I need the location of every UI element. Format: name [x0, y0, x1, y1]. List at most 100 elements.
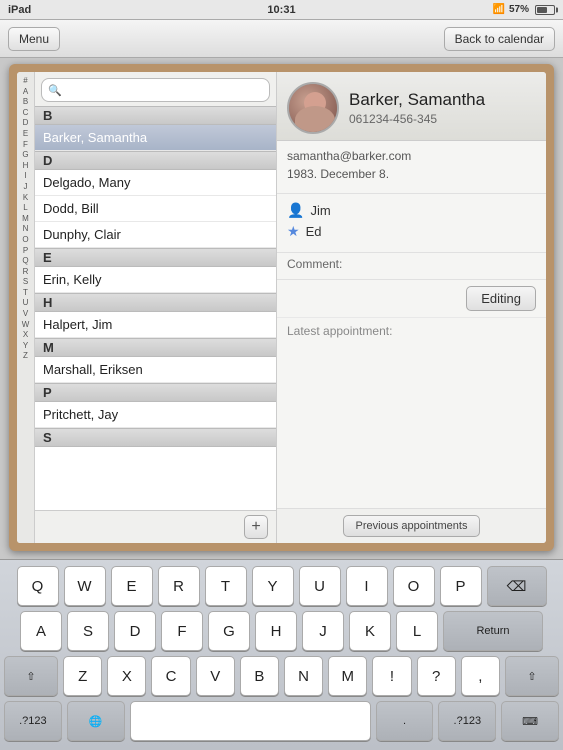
key-u[interactable]: U	[299, 566, 341, 606]
contact-item-erin-kelly[interactable]: Erin, Kelly	[35, 267, 276, 293]
key-t[interactable]: T	[205, 566, 247, 606]
return-key[interactable]: Return	[443, 611, 543, 651]
index-m[interactable]: M	[22, 214, 29, 224]
numbers-left-key[interactable]: .?123	[4, 701, 62, 741]
keyboard-dismiss-key[interactable]: ⌨	[501, 701, 559, 741]
index-z[interactable]: Z	[23, 351, 28, 361]
index-w[interactable]: W	[22, 320, 30, 330]
previous-appointments-button[interactable]: Previous appointments	[343, 515, 481, 537]
contact-item-delgado-many[interactable]: Delgado, Many	[35, 170, 276, 196]
latest-appointment-label: Latest appointment:	[287, 324, 392, 338]
globe-key[interactable]: 🌐	[67, 701, 125, 741]
index-q[interactable]: Q	[22, 256, 28, 266]
key-w[interactable]: W	[64, 566, 106, 606]
index-r[interactable]: R	[23, 267, 29, 277]
key-exclaim[interactable]: !	[372, 656, 411, 696]
contacts-list[interactable]: B Barker, Samantha D Delgado, Many Dodd,…	[35, 106, 276, 510]
key-i[interactable]: I	[346, 566, 388, 606]
key-comma[interactable]: ,	[461, 656, 500, 696]
search-input-wrap[interactable]: 🔍	[41, 78, 270, 102]
index-s[interactable]: S	[23, 277, 28, 287]
relation-jim[interactable]: Jim	[310, 203, 330, 218]
key-x[interactable]: X	[107, 656, 146, 696]
key-g[interactable]: G	[208, 611, 250, 651]
key-k[interactable]: K	[349, 611, 391, 651]
add-contact-button[interactable]: +	[244, 515, 268, 539]
contact-details: samantha@barker.com 1983. December 8.	[277, 141, 546, 194]
index-t[interactable]: T	[23, 288, 28, 298]
star-icon: ★	[287, 223, 300, 240]
index-k[interactable]: K	[23, 193, 28, 203]
contact-item-halpert-jim[interactable]: Halpert, Jim	[35, 312, 276, 338]
shift-left-key[interactable]: ⇧	[4, 656, 58, 696]
index-n[interactable]: N	[23, 224, 29, 234]
contact-item-pritchett-jay[interactable]: Pritchett, Jay	[35, 402, 276, 428]
index-c[interactable]: C	[23, 108, 29, 118]
back-to-calendar-button[interactable]: Back to calendar	[444, 27, 555, 51]
relation-ed[interactable]: Ed	[306, 224, 322, 239]
key-a[interactable]: A	[20, 611, 62, 651]
contact-item-marshall-eriksen[interactable]: Marshall, Eriksen	[35, 357, 276, 383]
key-v[interactable]: V	[196, 656, 235, 696]
index-g[interactable]: G	[22, 150, 28, 160]
key-e[interactable]: E	[111, 566, 153, 606]
comment-label: Comment:	[287, 257, 342, 271]
index-a[interactable]: A	[23, 87, 28, 97]
book-container: # A B C D E F G H I J K L M N O P Q R S …	[9, 64, 554, 551]
contact-email[interactable]: samantha@barker.com	[287, 149, 536, 163]
status-bar: iPad 10:31 📶 57%	[0, 0, 563, 20]
index-i[interactable]: I	[24, 171, 26, 181]
contact-item-barker-samantha[interactable]: Barker, Samantha	[35, 125, 276, 151]
key-z[interactable]: Z	[63, 656, 102, 696]
key-o[interactable]: O	[393, 566, 435, 606]
contact-phone[interactable]: 061234-456-345	[349, 112, 536, 126]
editing-button[interactable]: Editing	[466, 286, 536, 311]
key-n[interactable]: N	[284, 656, 323, 696]
index-x[interactable]: X	[23, 330, 28, 340]
key-h[interactable]: H	[255, 611, 297, 651]
key-j[interactable]: J	[302, 611, 344, 651]
contact-item-dunphy-clair[interactable]: Dunphy, Clair	[35, 222, 276, 248]
key-d[interactable]: D	[114, 611, 156, 651]
key-r[interactable]: R	[158, 566, 200, 606]
key-l[interactable]: L	[396, 611, 438, 651]
index-h[interactable]: H	[23, 161, 29, 171]
key-question[interactable]: ?	[417, 656, 456, 696]
keyboard-row-4: .?123 🌐 . .?123 ⌨	[4, 701, 559, 741]
relation-row-jim: 👤 Jim	[287, 202, 536, 219]
index-v[interactable]: V	[23, 309, 28, 319]
index-hash[interactable]: #	[23, 76, 27, 86]
section-header-b: B	[35, 106, 276, 125]
index-u[interactable]: U	[23, 298, 29, 308]
key-q[interactable]: Q	[17, 566, 59, 606]
space-key[interactable]	[130, 701, 371, 741]
key-p[interactable]: P	[440, 566, 482, 606]
section-header-s: S	[35, 428, 276, 447]
delete-key[interactable]: ⌫	[487, 566, 547, 606]
index-y[interactable]: Y	[23, 341, 28, 351]
index-f[interactable]: F	[23, 140, 28, 150]
numbers-right-key[interactable]: .?123	[438, 701, 496, 741]
index-b[interactable]: B	[23, 97, 28, 107]
contact-item-dodd-bill[interactable]: Dodd, Bill	[35, 196, 276, 222]
key-s[interactable]: S	[67, 611, 109, 651]
index-j[interactable]: J	[24, 182, 28, 192]
key-y[interactable]: Y	[252, 566, 294, 606]
index-o[interactable]: O	[22, 235, 28, 245]
key-f[interactable]: F	[161, 611, 203, 651]
add-btn-row: +	[35, 510, 276, 543]
keyboard-row-1: Q W E R T Y U I O P ⌫	[4, 566, 559, 606]
index-p[interactable]: P	[23, 246, 28, 256]
index-d[interactable]: D	[23, 118, 29, 128]
key-c[interactable]: C	[151, 656, 190, 696]
key-b[interactable]: B	[240, 656, 279, 696]
menu-button[interactable]: Menu	[8, 27, 60, 51]
period-key[interactable]: .	[376, 701, 434, 741]
index-l[interactable]: L	[23, 203, 27, 213]
search-input[interactable]	[66, 81, 263, 99]
index-e[interactable]: E	[23, 129, 28, 139]
shift-right-key[interactable]: ⇧	[505, 656, 559, 696]
key-m[interactable]: M	[328, 656, 367, 696]
index-strip: # A B C D E F G H I J K L M N O P Q R S …	[17, 72, 35, 543]
contact-name-block: Barker, Samantha 061234-456-345	[349, 90, 536, 126]
